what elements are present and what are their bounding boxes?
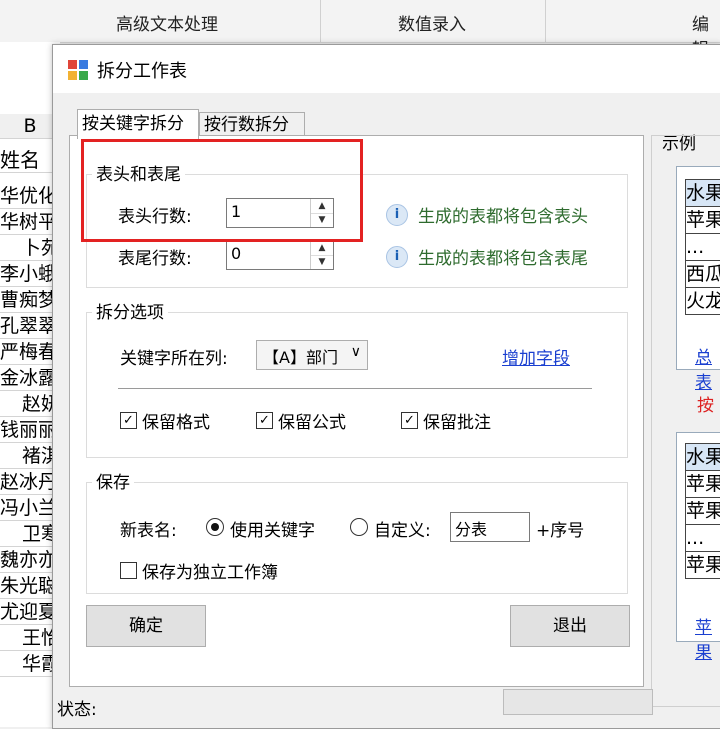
table-cell[interactable]: 华树平	[0, 210, 60, 235]
spin-up-icon[interactable]: ▲	[311, 241, 333, 256]
table-cell[interactable]: 姓名	[0, 148, 60, 173]
save-workbook-label[interactable]: 保存为独立工作簿	[142, 558, 278, 583]
table-cell[interactable]: 赵冰丹	[0, 470, 60, 495]
table-cell[interactable]: 李小蛾	[0, 262, 60, 287]
example-cell: 苹果	[685, 470, 720, 498]
keep-comment-checkbox[interactable]: ✓	[401, 412, 418, 429]
radio-dot	[211, 523, 219, 531]
table-cell[interactable]: 朱光聪	[0, 574, 60, 599]
tab-split-by-rows[interactable]: 按行数拆分	[199, 112, 305, 137]
dialog-titlebar: 拆分工作表	[53, 45, 720, 93]
group-label-split-options: 拆分选项	[92, 298, 168, 323]
spreadsheet-column-b: B 姓名 华优化 华树平 卜苑 李小蛾 曹痴梦 孔翠翠 严梅春 金冰露 赵妍 钱…	[0, 42, 60, 727]
example-cell: 火龙	[685, 287, 720, 315]
key-column-label: 关键字所在列:	[120, 349, 228, 369]
footer-hint: 生成的表都将包含表尾	[418, 249, 588, 269]
example-apple-sheet: 水果 苹果 苹果 ... 苹果 苹果	[676, 432, 720, 663]
table-cell[interactable]: 孔翠翠	[0, 314, 60, 339]
example-cell: ...	[685, 524, 720, 552]
footer-rows-spinner[interactable]: 0 ▲ ▼	[226, 240, 334, 270]
add-field-link[interactable]: 增加字段	[502, 344, 570, 369]
example-cell: 苹果	[685, 551, 720, 579]
table-cell[interactable]: 赵妍	[0, 392, 60, 417]
use-keyword-label[interactable]: 使用关键字	[230, 516, 315, 541]
app-icon	[68, 60, 88, 80]
ok-button[interactable]: 确定	[86, 605, 206, 647]
new-name-label: 新表名:	[120, 521, 177, 541]
table-cell[interactable]: 钱丽丽	[0, 418, 60, 443]
keep-format-label[interactable]: 保留格式	[142, 408, 210, 433]
example-cell: 西瓜	[685, 260, 720, 288]
save-workbook-checkbox[interactable]	[120, 562, 137, 579]
tab-split-by-keyword[interactable]: 按关键字拆分	[77, 109, 199, 139]
table-cell[interactable]: 严梅春	[0, 340, 60, 365]
table-cell[interactable]: 曹痴梦	[0, 288, 60, 313]
table-cell[interactable]: 冯小兰	[0, 496, 60, 521]
table-cell[interactable]: 王怡	[0, 626, 60, 651]
use-keyword-radio[interactable]	[206, 518, 224, 536]
table-cell[interactable]: 卫寒	[0, 522, 60, 547]
highlight-box	[81, 139, 363, 242]
column-header[interactable]: B	[0, 114, 60, 139]
ribbon-tab-value-entry[interactable]: 数值录入	[398, 10, 466, 35]
ribbon-separator	[545, 0, 546, 42]
status-label: 状态:	[57, 700, 97, 720]
footer-rows-value[interactable]: 0	[231, 244, 241, 263]
table-cell[interactable]: 华霞	[0, 652, 60, 677]
table-cell[interactable]: 卜苑	[0, 236, 60, 261]
split-worksheet-dialog: 拆分工作表 按关键字拆分 按行数拆分 表头和表尾 表头行数: 1 ▲ ▼ i 生…	[52, 44, 720, 729]
keep-formula-label[interactable]: 保留公式	[278, 408, 346, 433]
example-middle-text: 按	[697, 396, 714, 416]
dialog-title: 拆分工作表	[97, 61, 187, 82]
keep-format-checkbox[interactable]: ✓	[120, 412, 137, 429]
info-icon: i	[386, 246, 408, 268]
key-column-select[interactable]: 【A】部门 ∨	[256, 340, 368, 370]
example-cell: 苹果	[685, 206, 720, 234]
keep-formula-checkbox[interactable]: ✓	[256, 412, 273, 429]
key-column-value: 【A】部门	[263, 348, 338, 367]
ribbon-tab-advanced-text[interactable]: 高级文本处理	[116, 10, 218, 35]
chevron-down-icon: ∨	[350, 344, 361, 360]
group-split-options	[86, 312, 628, 458]
example-apple-tab: 苹果	[695, 618, 712, 663]
example-total-tab: 总表	[695, 348, 712, 393]
table-cell[interactable]: 华优化	[0, 184, 60, 209]
example-cell: ...	[685, 233, 720, 261]
table-cell[interactable]: 金冰露	[0, 366, 60, 391]
keep-comment-label[interactable]: 保留批注	[423, 408, 491, 433]
progress-bar	[503, 689, 653, 715]
sequence-suffix-label: +序号	[536, 521, 585, 541]
custom-name-value[interactable]: 分表	[455, 516, 487, 540]
table-cell[interactable]: 尤迎夏	[0, 600, 60, 625]
ribbon-separator	[320, 0, 321, 42]
spin-down-icon[interactable]: ▼	[311, 255, 333, 269]
divider	[118, 388, 592, 389]
spinner-arrows: ▲ ▼	[310, 241, 333, 269]
header-hint: 生成的表都将包含表头	[418, 207, 588, 227]
example-cell: 水果	[685, 179, 720, 207]
example-cell: 水果	[685, 443, 720, 471]
footer-rows-label: 表尾行数:	[118, 249, 192, 269]
exit-button[interactable]: 退出	[510, 605, 630, 647]
group-label-save: 保存	[92, 468, 134, 493]
custom-label[interactable]: 自定义:	[374, 516, 431, 541]
table-cell[interactable]: 魏亦亦	[0, 548, 60, 573]
example-cell: 苹果	[685, 497, 720, 525]
table-cell[interactable]: 褚淇	[0, 444, 60, 469]
ribbon-bar: 高级文本处理 数值录入 编辑	[0, 0, 720, 60]
info-icon: i	[386, 204, 408, 226]
example-total-sheet: 水果 苹果 ... 西瓜 火龙 总表	[676, 166, 720, 393]
custom-name-input[interactable]: 分表	[450, 512, 530, 542]
custom-radio[interactable]	[350, 518, 368, 536]
